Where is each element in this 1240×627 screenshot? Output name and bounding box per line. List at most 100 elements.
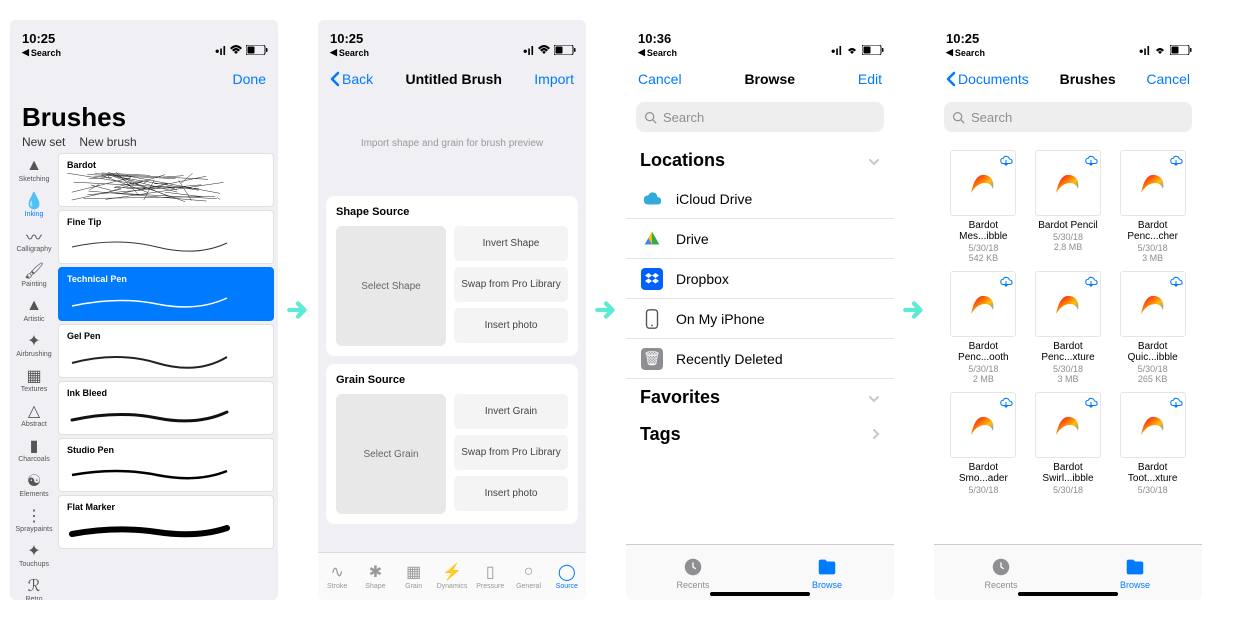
brush-item[interactable]: Bardot [58,153,274,207]
sidebar-cat-touchups[interactable]: ✦Touchups [10,538,58,573]
file-item[interactable]: Bardot Swirl...ibble5/30/18 [1029,392,1108,495]
status-time: 10:36 [638,31,677,46]
cat-icon: 〰 [26,228,42,244]
nav-bar: Cancel Browse Edit [626,60,894,98]
brush-category-sidebar: ▲Sketching💧Inking〰Calligraphy🖌Painting▲A… [10,153,58,600]
swap-grain-button[interactable]: Swap from Pro Library [454,435,568,470]
swap-shape-button[interactable]: Swap from Pro Library [454,267,568,302]
tab-dynamics[interactable]: ⚡Dynamics [433,553,471,600]
file-item[interactable]: Bardot Toot...xture5/30/18 [1113,392,1192,495]
brush-item[interactable]: Studio Pen [58,438,274,492]
status-bar: 10:25 ◀ Search •ıl [934,20,1202,60]
sidebar-cat-airbrushing[interactable]: ✦Airbrushing [10,328,58,363]
brush-stroke-preview [67,229,265,259]
brush-item[interactable]: Flat Marker [58,495,274,549]
tab-general[interactable]: ○General [509,553,547,600]
home-indicator[interactable] [710,592,810,596]
location-row[interactable]: iCloud Drive [626,179,894,219]
tab-icon: ✱ [366,563,384,581]
location-row[interactable]: Dropbox [626,259,894,299]
tab-pressure[interactable]: ▯Pressure [471,553,509,600]
file-item[interactable]: Bardot Pencil5/30/182.8 MB [1029,150,1108,263]
file-item[interactable]: Bardot Mes...ibble5/30/18542 KB [944,150,1023,263]
cloud-download-icon [1084,274,1098,288]
sidebar-cat-abstract[interactable]: △Abstract [10,398,58,433]
search-input[interactable]: Search [636,102,884,132]
location-row[interactable]: On My iPhone [626,299,894,339]
sidebar-cat-painting[interactable]: 🖌Painting [10,258,58,293]
brush-item[interactable]: Fine Tip [58,210,274,264]
file-item[interactable]: Bardot Penc...xture5/30/183 MB [1029,271,1108,384]
sidebar-cat-elements[interactable]: ☯Elements [10,468,58,503]
status-time: 10:25 [22,31,61,46]
insert-photo-grain-button[interactable]: Insert photo [454,476,568,511]
location-icon [640,267,664,291]
location-icon [640,187,664,211]
new-brush-button[interactable]: New brush [79,135,136,149]
status-time: 10:25 [946,31,985,46]
tab-stroke[interactable]: ∿Stroke [318,553,356,600]
home-indicator[interactable] [1018,592,1118,596]
tab-icon: ▦ [405,563,423,581]
status-back-search[interactable]: ◀ Search [22,47,61,58]
clock-icon [990,556,1012,578]
file-item[interactable]: Bardot Quic...ibble5/30/18265 KB [1113,271,1192,384]
cat-icon: ▲ [26,298,42,314]
invert-grain-button[interactable]: Invert Grain [454,394,568,429]
sidebar-cat-sketching[interactable]: ▲Sketching [10,153,58,188]
file-item[interactable]: Bardot Penc...cher5/30/183 MB [1113,150,1192,263]
search-icon [952,111,965,124]
file-grid[interactable]: Bardot Mes...ibble5/30/18542 KBBardot Pe… [934,142,1202,544]
back-button[interactable]: Documents [946,71,1029,87]
invert-shape-button[interactable]: Invert Shape [454,226,568,261]
cancel-button[interactable]: Cancel [638,71,682,87]
status-icons: •ıl [215,44,268,58]
screen-files-folder: 10:25 ◀ Search •ıl Documents Brushes Can… [934,20,1202,600]
done-button[interactable]: Done [233,71,266,87]
new-set-button[interactable]: New set [22,135,65,149]
file-thumbnail [950,271,1016,337]
tags-header[interactable]: Tags [626,416,894,453]
select-shape-button[interactable]: Select Shape [336,226,446,346]
sidebar-cat-spraypaints[interactable]: ⋮Spraypaints [10,503,58,538]
status-bar: 10:25 ◀ Search •ıl [10,20,278,60]
sidebar-cat-inking[interactable]: 💧Inking [10,188,58,223]
status-back-search[interactable]: ◀ Search [330,47,369,58]
screen-brushes: 10:25 ◀ Search •ıl Done Brushes New set … [10,20,278,600]
search-input[interactable]: Search [944,102,1192,132]
sidebar-cat-retro[interactable]: ℛRetro [10,573,58,600]
locations-header[interactable]: Locations [626,142,894,179]
edit-button[interactable]: Edit [858,71,882,87]
brush-item[interactable]: Gel Pen [58,324,274,378]
sidebar-cat-textures[interactable]: ▦Textures [10,363,58,398]
import-button[interactable]: Import [534,71,574,87]
file-thumbnail [1035,392,1101,458]
select-grain-button[interactable]: Select Grain [336,394,446,514]
brush-item[interactable]: Ink Bleed [58,381,274,435]
sidebar-cat-charcoals[interactable]: ▮Charcoals [10,433,58,468]
location-row[interactable]: 🗑Recently Deleted [626,339,894,379]
cancel-button[interactable]: Cancel [1146,71,1190,87]
brush-list[interactable]: BardotFine TipTechnical PenGel PenInk Bl… [58,153,278,600]
tab-shape[interactable]: ✱Shape [356,553,394,600]
battery-icon [246,44,268,58]
tab-icon: ○ [520,563,538,581]
file-item[interactable]: Bardot Smo...ader5/30/18 [944,392,1023,495]
brush-item[interactable]: Technical Pen [58,267,274,321]
location-row[interactable]: Drive [626,219,894,259]
file-item[interactable]: Bardot Penc...ooth5/30/182 MB [944,271,1023,384]
signal-icon: •ıl [1139,44,1150,58]
back-button[interactable]: Back [330,71,373,87]
status-back-search[interactable]: ◀ Search [638,47,677,58]
insert-photo-shape-button[interactable]: Insert photo [454,308,568,343]
nav-bar: Documents Brushes Cancel [934,60,1202,98]
tab-grain[interactable]: ▦Grain [395,553,433,600]
cloud-download-icon [1084,153,1098,167]
sidebar-cat-artistic[interactable]: ▲Artistic [10,293,58,328]
sidebar-cat-calligraphy[interactable]: 〰Calligraphy [10,223,58,258]
tab-source[interactable]: ◯Source [548,553,586,600]
status-back-search[interactable]: ◀ Search [946,47,985,58]
favorites-header[interactable]: Favorites [626,379,894,416]
tab-icon: ∿ [328,563,346,581]
brush-stroke-preview [67,172,265,202]
